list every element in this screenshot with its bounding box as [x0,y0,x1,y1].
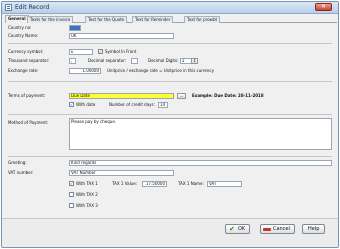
decimal-separator-label: Decimal separator: [88,58,127,63]
tax1-name-label: TAX 1 Name: [178,181,204,186]
method-of-payment-label: Method of Payment: [8,120,49,125]
tax1-value-input[interactable]: 17.50000 [142,181,167,187]
currency-symbol-label: Currency symbol: [8,49,44,54]
button-bar: ✔ OK Cancel Help [2,218,338,247]
currency-symbol-input[interactable]: £ [69,49,93,55]
with-tax2-checkbox[interactable] [69,192,74,197]
with-tax3-checkbox[interactable] [69,203,74,208]
greeting-label: Greeting: [8,160,27,165]
tax1-value-label: TAX 1 Value: [112,181,138,186]
terms-of-payment-input[interactable]: Due Date [69,93,174,99]
exchange-rate-input[interactable]: 1.00000 [69,68,101,74]
close-icon: ✕ [320,3,327,10]
greeting-input[interactable]: Kind regards [69,160,332,166]
decimal-digits-stepper[interactable]: ⇕ [191,58,198,64]
method-of-payment-textarea[interactable]: Please pay by cheque. [69,118,332,150]
decimal-digits-label: Decimal Digits: [148,58,179,63]
ok-button[interactable]: ✔ OK [225,224,251,234]
country-no-input[interactable] [69,25,81,31]
divider [8,156,332,157]
country-no-label: Country no: [8,25,32,30]
with-date-label: With date [76,102,96,107]
symbol-in-front-checkbox[interactable]: ✓ [98,49,103,54]
country-name-label: Country Name: [8,33,39,38]
exchange-rate-note: Unitprice / exchange rate = Unitprice in… [107,68,214,73]
with-tax3-label: With TAX 3 [76,203,98,208]
with-tax1-label: With TAX 1 [76,181,98,186]
window-title: Edit Record [15,4,50,11]
title-bar: Edit Record ✕ [2,2,338,14]
tab-texts-for-invoice[interactable]: Texts for the invoice [27,16,74,23]
help-button-label: Help [308,226,320,232]
credit-days-input[interactable]: 14 [158,102,168,108]
thousand-separator-input[interactable]: , [69,58,76,64]
tab-text-for-quote[interactable]: Text for the Quote [85,16,128,23]
terms-of-payment-label: Terms of payment: [8,93,46,98]
tab-general[interactable]: General [5,15,29,23]
terms-example: Example: Due Date: 28-11-2018 [192,93,264,98]
exchange-rate-label: Exchange rate: [8,68,39,73]
ok-button-label: OK [238,226,246,232]
tab-text-for-reminder[interactable]: Text for Reminder [132,16,174,23]
terms-browse-button[interactable]: ... [177,93,186,99]
vat-number-input[interactable]: VAT Number [69,170,174,176]
record-icon [5,4,12,11]
edit-record-window: Edit Record ✕ General Texts for the invo… [1,1,339,248]
cancel-button[interactable]: Cancel [260,224,295,234]
country-name-input[interactable]: UK [69,33,174,39]
cancel-icon [263,228,271,231]
help-button[interactable]: Help [302,224,326,234]
with-tax2-label: With TAX 2 [76,192,98,197]
divider [8,43,332,44]
with-date-checkbox[interactable]: ✓ [69,102,74,107]
credit-days-label: Number of credit days: [109,102,155,107]
tab-text-for-prowbt[interactable]: Text for prowbt [184,16,221,23]
divider [8,114,332,115]
vat-number-label: VAT number: [8,170,34,175]
with-tax1-checkbox[interactable]: ✓ [69,181,74,186]
thousand-separator-label: Thousand separator: [8,58,50,63]
check-icon: ✔ [229,225,235,233]
divider [8,81,332,82]
symbol-in-front-label: Symbol In Front [105,49,137,54]
cancel-button-label: Cancel [273,226,290,232]
tab-bar: General Texts for the invoice Text for t… [5,15,337,23]
tax1-name-input[interactable]: VAT [207,181,242,187]
decimal-separator-input[interactable]: . [131,58,138,64]
close-button[interactable]: ✕ [315,3,332,11]
